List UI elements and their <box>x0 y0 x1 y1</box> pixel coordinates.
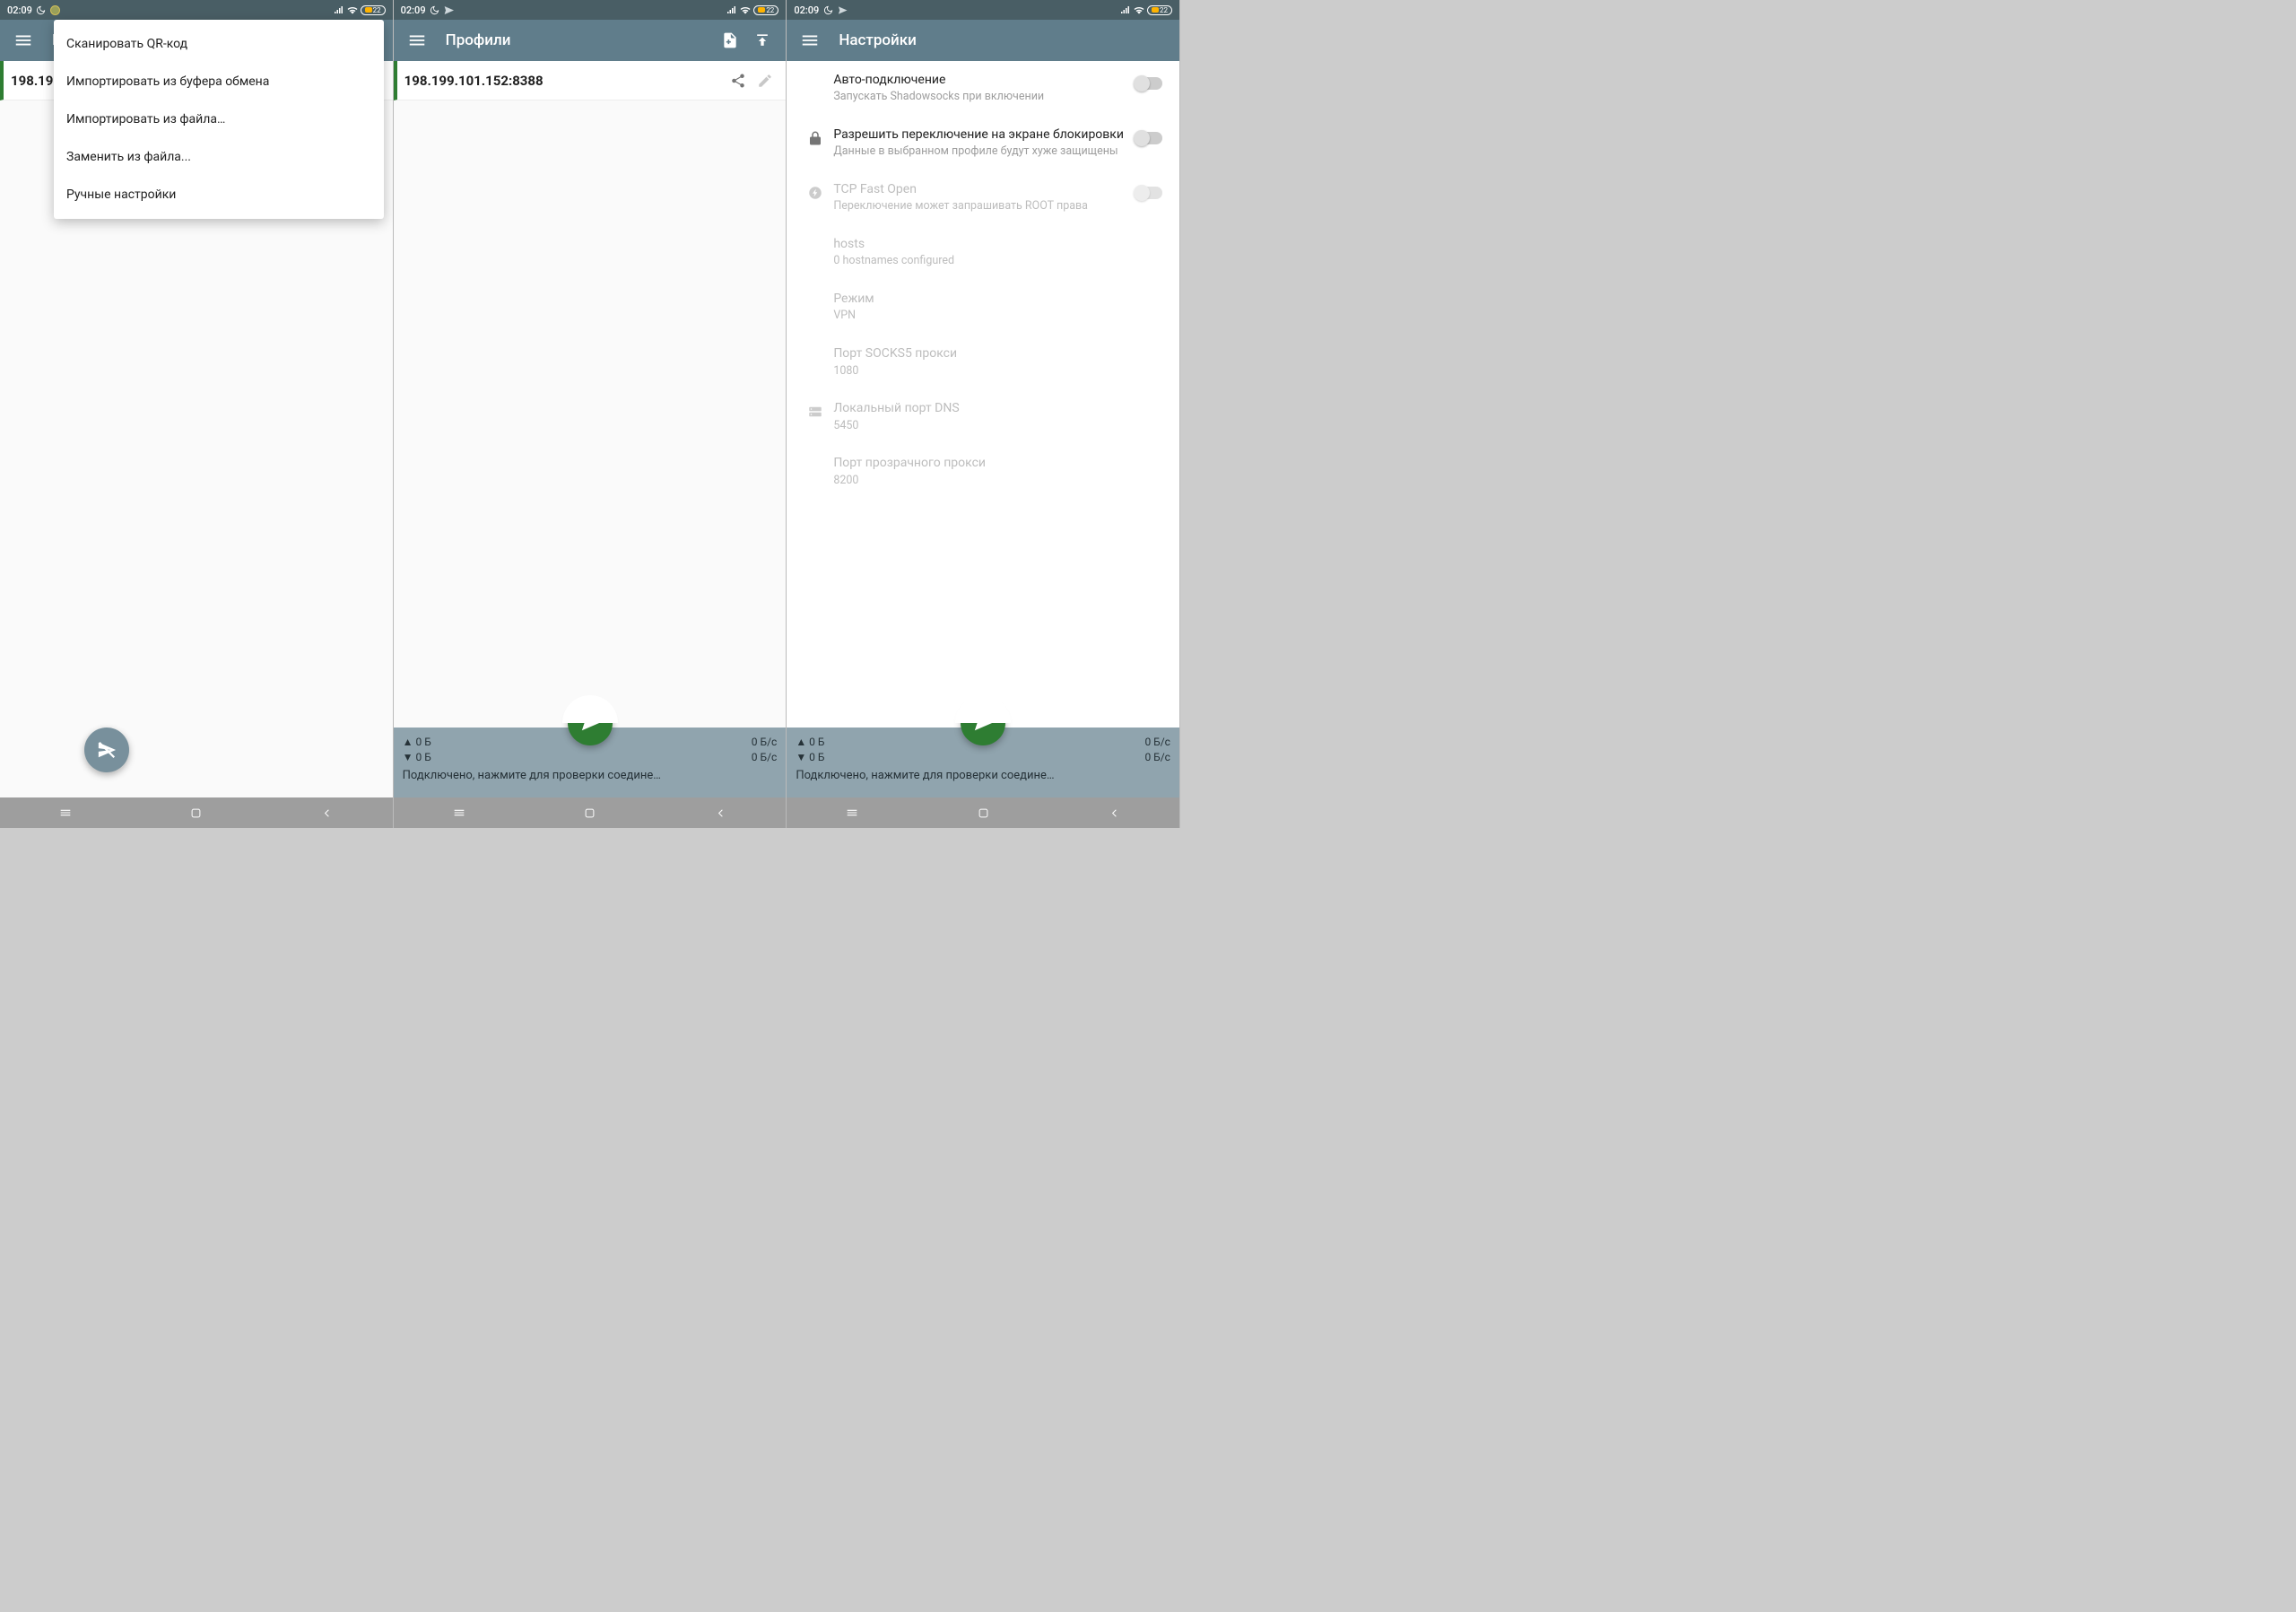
setting-title: Режим <box>833 291 1129 307</box>
appbar: Настройки <box>787 20 1179 61</box>
moon-icon <box>822 4 833 15</box>
nav-home[interactable] <box>170 797 223 828</box>
paper-plane-icon <box>444 4 455 15</box>
nav-home[interactable] <box>562 797 616 828</box>
status-text: Подключено, нажмите для проверки соедине… <box>796 769 1170 782</box>
up-rate: 0 Б/с <box>752 736 778 748</box>
upload-button[interactable] <box>746 24 778 57</box>
down-rate: 0 Б/с <box>752 751 778 763</box>
setting-title: Порт прозрачного прокси <box>833 455 1129 471</box>
popup-replace-file[interactable]: Заменить из файла... <box>54 138 384 176</box>
bolt-icon <box>797 181 833 201</box>
navbar <box>787 797 1179 828</box>
appbar: Профили <box>394 20 787 61</box>
moon-icon <box>430 4 440 15</box>
setting-sub: 8200 <box>833 474 1129 489</box>
switch <box>1135 187 1162 199</box>
clock: 02:09 <box>401 4 426 16</box>
menu-button[interactable] <box>7 24 39 57</box>
profile-address: 198.199.101.152:8388 <box>404 73 726 89</box>
moon-icon <box>36 4 47 15</box>
profile-row[interactable]: 198.199.101.152:8388 <box>394 61 787 100</box>
dns-icon <box>797 400 833 420</box>
setting-sub: VPN <box>833 309 1129 324</box>
popup-import-file[interactable]: Импортировать из файла… <box>54 100 384 138</box>
add-file-button[interactable] <box>714 24 746 57</box>
setting-title: Разрешить переключение на экране блокиро… <box>833 126 1129 143</box>
setting-lockscreen-toggle[interactable]: Разрешить переключение на экране блокиро… <box>787 116 1179 170</box>
switch[interactable] <box>1135 132 1162 144</box>
battery-icon: 22 <box>1147 5 1172 15</box>
up-rate: 0 Б/с <box>1144 736 1170 748</box>
nav-back[interactable] <box>300 797 354 828</box>
setting-tfo: TCP Fast Open Переключение может запраши… <box>787 170 1179 225</box>
signal-icon <box>334 4 344 15</box>
clock: 02:09 <box>7 4 32 16</box>
wifi-icon <box>1134 4 1144 15</box>
popup-import-clipboard[interactable]: Импортировать из буфера обмена <box>54 63 384 100</box>
popup-scan-qr[interactable]: Сканировать QR-код <box>54 25 384 63</box>
setting-title: Порт SOCKS5 прокси <box>833 345 1129 362</box>
popup-manual[interactable]: Ручные настройки <box>54 176 384 213</box>
setting-dns-port: Локальный порт DNS 5450 <box>787 389 1179 444</box>
signal-icon <box>726 4 737 15</box>
statusbar: 02:09 22 <box>787 0 1179 20</box>
statusbar: 02:09 22 <box>0 0 393 20</box>
navbar <box>0 797 393 828</box>
statusbar: 02:09 22 <box>394 0 787 20</box>
nav-recent[interactable] <box>432 797 486 828</box>
connect-fab[interactable] <box>84 728 129 772</box>
setting-title: Локальный порт DNS <box>833 400 1129 416</box>
setting-sub: 5450 <box>833 419 1129 434</box>
wifi-icon <box>740 4 751 15</box>
setting-title: Авто-подключение <box>833 72 1129 88</box>
nav-home[interactable] <box>956 797 1010 828</box>
setting-mode: Режим VPN <box>787 280 1179 335</box>
appbar-title: Профили <box>446 31 715 49</box>
battery-icon: 22 <box>753 5 778 15</box>
menu-button[interactable] <box>794 24 826 57</box>
nav-back[interactable] <box>693 797 747 828</box>
screen-settings: 02:09 22 Настройки Авто-подключение Запу… <box>787 0 1180 828</box>
wifi-icon <box>347 4 358 15</box>
setting-title: TCP Fast Open <box>833 181 1129 197</box>
setting-sub: Данные в выбранном профиле будут хуже за… <box>833 144 1129 160</box>
setting-transparent-port: Порт прозрачного прокси 8200 <box>787 444 1179 499</box>
connect-fab[interactable] <box>961 701 1005 745</box>
clock: 02:09 <box>794 4 819 16</box>
setting-autoconnect[interactable]: Авто-подключение Запускать Shadowsocks п… <box>787 61 1179 116</box>
setting-hosts: hosts 0 hostnames configured <box>787 225 1179 280</box>
lock-icon <box>797 126 833 146</box>
setting-sub: 0 hostnames configured <box>833 254 1129 269</box>
appbar-title: Настройки <box>839 31 1172 49</box>
paper-plane-icon <box>837 4 848 15</box>
signal-icon <box>1120 4 1131 15</box>
setting-socks5-port: Порт SOCKS5 прокси 1080 <box>787 335 1179 389</box>
nav-back[interactable] <box>1087 797 1141 828</box>
down-bytes: ▼ 0 Б <box>403 751 431 763</box>
battery-icon: 22 <box>361 5 386 15</box>
share-button[interactable] <box>725 67 752 94</box>
setting-sub: Запускать Shadowsocks при включении <box>833 90 1129 105</box>
screen-profiles: 02:09 22 Профили 198.199.101.152:83 <box>394 0 787 828</box>
screen-profiles-menu: 02:09 22 Профили 198.199.101.152:8388 <box>0 0 394 828</box>
settings-list: Авто-подключение Запускать Shadowsocks п… <box>787 61 1179 728</box>
up-bytes: ▲ 0 Б <box>403 736 431 748</box>
switch[interactable] <box>1135 77 1162 90</box>
import-menu: Сканировать QR-код Импортировать из буфе… <box>54 20 384 219</box>
setting-title: hosts <box>833 236 1129 252</box>
circle-icon <box>50 5 60 15</box>
down-rate: 0 Б/с <box>1144 751 1170 763</box>
down-bytes: ▼ 0 Б <box>796 751 824 763</box>
nav-recent[interactable] <box>825 797 879 828</box>
setting-sub: 1080 <box>833 364 1129 379</box>
nav-recent[interactable] <box>39 797 92 828</box>
status-text: Подключено, нажмите для проверки соедине… <box>403 769 778 782</box>
menu-button[interactable] <box>401 24 433 57</box>
navbar <box>394 797 787 828</box>
connect-fab[interactable] <box>568 701 613 745</box>
setting-sub: Переключение может запрашивать ROOT прав… <box>833 199 1129 214</box>
up-bytes: ▲ 0 Б <box>796 736 824 748</box>
edit-button[interactable] <box>752 67 778 94</box>
